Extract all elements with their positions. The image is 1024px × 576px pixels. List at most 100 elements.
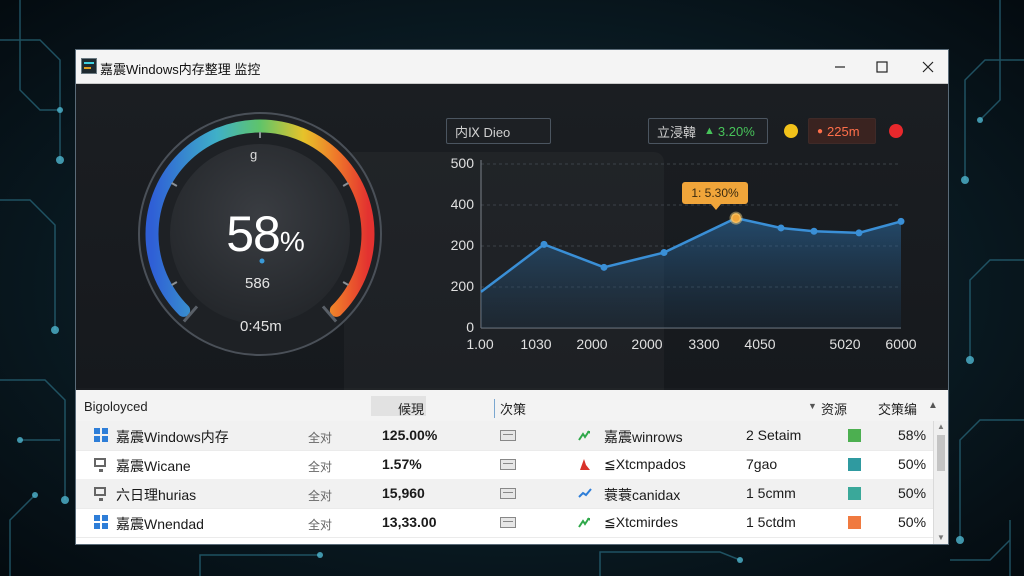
scroll-down-icon[interactable]: ▼ [934,533,948,544]
memory-line-chart [480,160,905,329]
row-name: 六日理hurias [116,487,197,503]
chart-tooltip: 1: 5.30% [682,182,748,210]
close-button[interactable] [908,50,948,83]
row-description: ≦Xtcmpados [604,456,686,472]
row-percent: 50% [898,514,927,530]
row-percent: 58% [898,427,927,443]
x-tick-label: 2000 [631,336,663,352]
row-type: 全对 [308,460,333,474]
row-value: 1.57% [382,456,422,472]
up-arrow-icon: ▲ [704,125,715,137]
minimize-icon [835,65,845,68]
data-point[interactable] [540,240,548,248]
x-tick-label: 6000 [885,336,917,352]
gauge-percent-value: 58 [226,206,281,262]
data-point[interactable] [855,229,863,237]
maximize-button[interactable] [862,50,902,83]
gauge-percent: 58% [220,205,310,263]
column-header-resource[interactable]: 资源 [821,399,847,418]
storage-icon [500,488,516,499]
storage-icon [500,517,516,528]
chevron-up-icon[interactable]: ▲ [928,400,938,411]
status-yellow-icon[interactable] [784,124,798,138]
row-size: 1 5cmm [746,485,796,501]
row-size: 7gao [746,456,778,472]
chart-title-chip[interactable]: 内Ⅸ Dieo [446,118,551,144]
minimize-button[interactable] [820,50,860,83]
close-icon [922,61,934,72]
windows-icon [94,515,108,529]
gauge-percent-unit: % [279,226,305,257]
table-scrollbar[interactable]: ▲ ▼ [933,421,948,544]
green-arrows-icon [578,515,592,529]
series-area [481,218,901,328]
row-name: 嘉震Wicane [116,458,191,474]
row-percent: 50% [898,456,927,472]
status-color-swatch [848,429,861,442]
data-point[interactable] [600,263,608,271]
stat-value: 3.20% [717,123,755,139]
row-size: 1 5ctdm [746,514,796,530]
alert-chip[interactable]: ● 225m [808,118,876,144]
alert-dot-icon: ● [817,125,824,137]
stat-label: 立浸韓 [657,124,697,140]
table-row[interactable]: 六日理hurias 全对 15,960 蓑蓑canidax 1 5cmm 50% [76,479,934,509]
storage-icon [500,459,516,470]
monitor-icon [94,458,106,472]
column-header-trend[interactable]: 次策 [494,399,526,418]
status-red-icon[interactable] [889,124,903,138]
x-tick-label: 1.00 [466,336,494,352]
scroll-up-icon[interactable]: ▲ [934,422,948,434]
red-flag-icon [578,457,592,471]
highlighted-data-point[interactable] [729,211,743,225]
row-value: 15,960 [382,485,425,501]
table-row[interactable]: 嘉震Windows内存 全对 125.00% 嘉震winrows 2 Setaim 58% [76,421,934,451]
data-point[interactable] [897,217,905,225]
data-point[interactable] [777,224,785,232]
y-tick-label: 500 [450,155,474,171]
column-header-name[interactable]: Bigoloyced [84,399,148,414]
y-tick-label: 200 [450,278,474,294]
row-value: 125.00% [382,427,438,443]
sort-down-icon[interactable]: ▼ [808,401,817,411]
stat-chip[interactable]: 立浸韓 ▲ 3.20% [648,118,768,144]
table-row[interactable]: 嘉震Wicane 全对 1.57% ≦Xtcmpados 7gao 50% [76,450,934,480]
table-row[interactable]: 嘉震Wnendad 全对 13,33.00 ≦Xtcmirdes 1 5ctdm 50% [76,508,934,538]
y-tick-label: 200 [450,237,474,253]
row-percent: 50% [898,485,927,501]
table-header: Bigoloyced 候現 次策 ▼ 资源 交策编 ▲ [76,390,948,422]
row-description: 嘉震winrows [604,429,683,445]
maximize-icon [876,60,888,73]
gauge-time-label: 0:45m [240,318,282,335]
windows-icon [94,428,108,442]
x-tick-label: 2000 [576,336,608,352]
x-tick-label: 5020 [829,336,861,352]
blue-trend-icon [578,486,592,500]
row-description: ≦Xtcmirdes [604,514,678,530]
gauge-top-label: g [250,147,258,162]
storage-icon [500,430,516,441]
row-value: 13,33.00 [382,514,437,530]
status-color-swatch [848,516,861,529]
gauge-value-label: 586 [245,275,271,292]
y-tick-label: 400 [450,196,474,212]
row-name: 嘉震Wnendad [116,516,204,532]
alert-value: 225m [827,123,860,139]
status-color-swatch [848,458,861,471]
x-tick-label: 4050 [744,336,776,352]
row-type: 全对 [308,431,333,445]
row-type: 全对 [308,518,333,532]
row-size: 2 Setaim [746,427,802,443]
column-header-type[interactable]: 候現 [398,399,424,418]
scrollbar-thumb[interactable] [937,435,945,471]
column-header-status[interactable]: 交策编 [878,399,917,418]
y-tick-label: 0 [466,319,474,335]
status-color-swatch [848,487,861,500]
data-point[interactable] [810,227,818,235]
process-table: Bigoloyced 候現 次策 ▼ 资源 交策编 ▲ 嘉震Windows内存全… [76,390,948,544]
row-name: 嘉震Windows内存 [116,429,229,445]
data-point[interactable] [660,249,668,257]
monitor-icon [94,487,106,501]
row-description: 蓑蓑canidax [604,487,681,503]
x-tick-label: 3300 [688,336,720,352]
